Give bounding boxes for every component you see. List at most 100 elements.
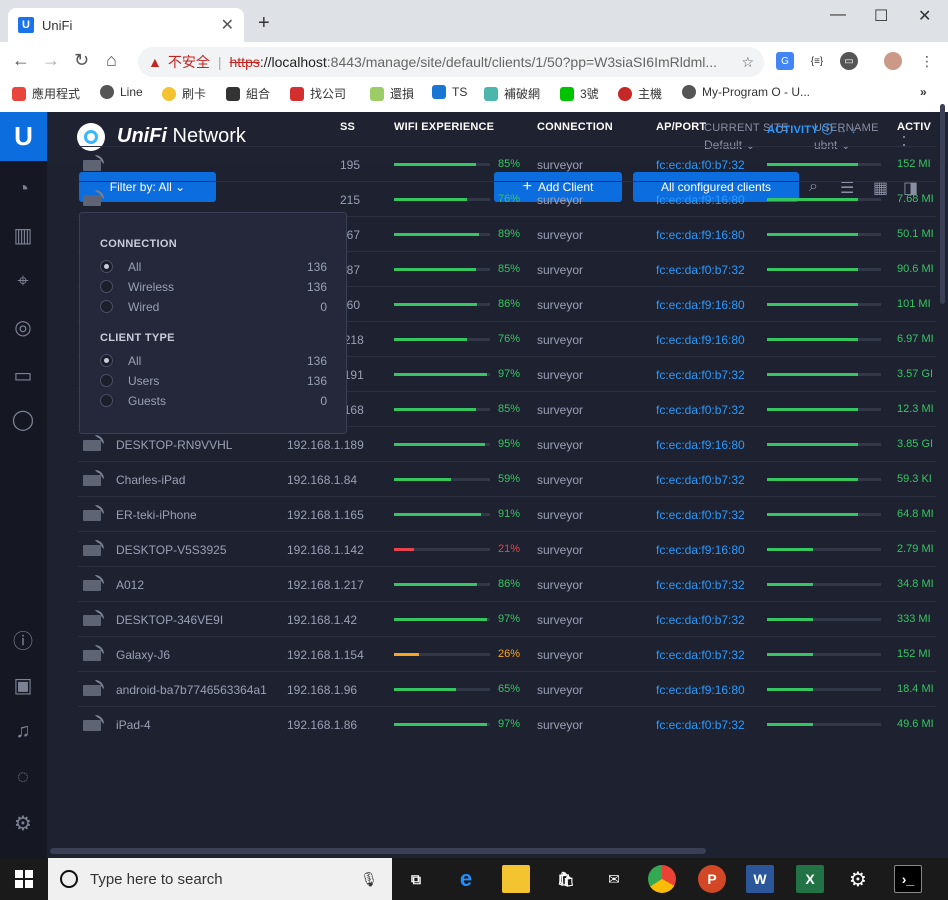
header-activity-2[interactable]: ACTIV: [897, 121, 931, 133]
bookmark-damage[interactable]: 還損: [370, 85, 414, 102]
ap-port-link[interactable]: fc:ec:da:f9:16:80: [656, 298, 745, 312]
settings-icon[interactable]: ⚙: [844, 865, 872, 893]
radio-icon[interactable]: [100, 374, 113, 387]
new-tab-icon[interactable]: +: [258, 12, 270, 35]
alerts-icon[interactable]: ♫: [10, 718, 36, 744]
bookmark-combo[interactable]: 組合: [226, 85, 270, 102]
dashboard-icon[interactable]: ◔: [10, 176, 36, 202]
mail-icon[interactable]: ✉: [600, 865, 628, 893]
bookmark-patch[interactable]: 補破網: [484, 85, 540, 102]
table-row[interactable]: android-ba7b7746563364a1 192.168.1.96 65% s…: [78, 671, 936, 706]
chrome-menu-icon[interactable]: ⋮: [918, 52, 936, 70]
horizontal-scrollbar[interactable]: [50, 848, 706, 854]
back-icon[interactable]: ←: [12, 50, 30, 71]
ap-port-link[interactable]: fc:ec:da:f0:b7:32: [656, 718, 745, 732]
ubiquiti-logo-icon[interactable]: U: [0, 112, 47, 161]
home-icon[interactable]: ⌂: [106, 50, 117, 71]
table-row[interactable]: Charles-iPad 192.168.1.84 59% surveyor fc:ec…: [78, 461, 936, 496]
statistics-icon[interactable]: ▥: [10, 222, 36, 248]
radio-icon[interactable]: [100, 354, 113, 367]
devices-icon[interactable]: ◎: [10, 314, 36, 340]
clients-icon[interactable]: ▭: [10, 362, 36, 388]
ap-port-link[interactable]: fc:ec:da:f0:b7:32: [656, 158, 745, 172]
forward-icon[interactable]: →: [42, 50, 60, 71]
client-name[interactable]: ER-teki-iPhone: [116, 508, 197, 522]
radio-icon[interactable]: [100, 394, 113, 407]
table-row[interactable]: A012 192.168.1.217 86% surveyor fc:ec:da:f0:…: [78, 566, 936, 601]
client-name[interactable]: DESKTOP-346VE9I: [116, 613, 223, 627]
bookmark-host[interactable]: 主機: [618, 85, 662, 102]
line-extension-icon[interactable]: ▭: [840, 52, 858, 70]
store-icon[interactable]: 🛍: [552, 865, 580, 893]
bookmark-company[interactable]: 找公司: [290, 85, 346, 102]
client-name[interactable]: DESKTOP-RN9VVHL: [116, 438, 232, 452]
reload-icon[interactable]: ↻: [74, 50, 89, 71]
minimize-icon[interactable]: —: [830, 6, 846, 24]
filter-option-connection[interactable]: All 136: [100, 258, 327, 276]
ap-port-link[interactable]: fc:ec:da:f0:b7:32: [656, 648, 745, 662]
events-icon[interactable]: ▣: [10, 672, 36, 698]
excel-icon[interactable]: X: [796, 865, 824, 893]
taskbar-search[interactable]: Type here to search 🎙: [48, 858, 392, 900]
ap-port-link[interactable]: fc:ec:da:f9:16:80: [656, 228, 745, 242]
bookmark-line[interactable]: Line: [100, 85, 143, 99]
client-name[interactable]: android-ba7b7746563364a1: [116, 683, 267, 697]
chrome-icon[interactable]: [648, 865, 676, 893]
browser-tab[interactable]: U UniFi ✕: [8, 8, 244, 42]
header-ip[interactable]: SS: [340, 121, 355, 133]
table-row[interactable]: iPad-4 192.168.1.86 97% surveyor fc:ec:da:f0…: [78, 706, 936, 741]
ap-port-link[interactable]: fc:ec:da:f9:16:80: [656, 333, 745, 347]
edge-icon[interactable]: e: [452, 865, 480, 893]
header-connection[interactable]: CONNECTION: [537, 121, 613, 133]
ap-port-link[interactable]: fc:ec:da:f9:16:80: [656, 438, 745, 452]
filter-option-client_type[interactable]: All 136: [100, 352, 327, 370]
bookmark-ts[interactable]: TS: [432, 85, 467, 99]
filter-option-connection[interactable]: Wired 0: [100, 298, 327, 316]
chat-icon[interactable]: ◌: [10, 764, 36, 790]
bookmark-star-icon[interactable]: ☆: [741, 54, 754, 71]
table-row[interactable]: DESKTOP-346VE9I 192.168.1.42 97% surveyor fc…: [78, 601, 936, 636]
bookmark-apps[interactable]: 應用程式: [12, 85, 80, 102]
ap-port-link[interactable]: fc:ec:da:f9:16:80: [656, 193, 745, 207]
ap-port-link[interactable]: fc:ec:da:f0:b7:32: [656, 263, 745, 277]
radio-icon[interactable]: [100, 300, 113, 313]
ap-port-link[interactable]: fc:ec:da:f9:16:80: [656, 683, 745, 697]
map-icon[interactable]: ⌖: [10, 268, 36, 294]
word-icon[interactable]: W: [746, 865, 774, 893]
ap-port-link[interactable]: fc:ec:da:f9:16:80: [656, 543, 745, 557]
insights-icon[interactable]: ◯: [10, 406, 36, 432]
table-row[interactable]: DESKTOP-V5S3925 192.168.1.142 21% surveyor f…: [78, 531, 936, 566]
json-extension-icon[interactable]: {≡}: [808, 52, 826, 70]
client-name[interactable]: A012: [116, 578, 144, 592]
microphone-icon[interactable]: 🎙: [360, 871, 378, 888]
vertical-scrollbar[interactable]: [940, 104, 945, 304]
profile-avatar-icon[interactable]: [884, 52, 902, 70]
task-view-icon[interactable]: ⧉: [402, 865, 430, 893]
header-activity[interactable]: ACTIVITY ⓘ ↔ ↓: [767, 121, 856, 137]
bookmark-no3[interactable]: 3號: [560, 85, 599, 102]
ap-port-link[interactable]: fc:ec:da:f0:b7:32: [656, 508, 745, 522]
file-explorer-icon[interactable]: [502, 865, 530, 893]
ap-port-link[interactable]: fc:ec:da:f0:b7:32: [656, 613, 745, 627]
ap-port-link[interactable]: fc:ec:da:f0:b7:32: [656, 578, 745, 592]
client-name[interactable]: DESKTOP-V5S3925: [116, 543, 227, 557]
powerpoint-icon[interactable]: P: [698, 865, 726, 893]
close-window-icon[interactable]: ✕: [918, 6, 931, 26]
info-icon[interactable]: ⓘ: [10, 626, 36, 653]
ap-port-link[interactable]: fc:ec:da:f0:b7:32: [656, 473, 745, 487]
header-ap-port[interactable]: AP/PORT: [656, 121, 706, 133]
bookmark-card[interactable]: 刷卡: [162, 85, 206, 102]
ap-port-link[interactable]: fc:ec:da:f0:b7:32: [656, 403, 745, 417]
bookmark-myprogram[interactable]: My-Program O - U...: [682, 85, 810, 99]
address-bar[interactable]: ▲ 不安全 | https ://localhost :8443/manage/…: [138, 47, 764, 77]
filter-option-client_type[interactable]: Users 136: [100, 372, 327, 390]
filter-option-connection[interactable]: Wireless 136: [100, 278, 327, 296]
client-name[interactable]: Charles-iPad: [116, 473, 185, 487]
client-name[interactable]: Galaxy-J6: [116, 648, 170, 662]
radio-icon[interactable]: [100, 280, 113, 293]
radio-icon[interactable]: [100, 260, 113, 273]
bookmarks-overflow-icon[interactable]: »: [920, 85, 927, 99]
windows-start-icon[interactable]: [0, 858, 48, 900]
client-name[interactable]: iPad-4: [116, 718, 151, 732]
table-row[interactable]: Galaxy-J6 192.168.1.154 26% surveyor fc:ec:d…: [78, 636, 936, 671]
